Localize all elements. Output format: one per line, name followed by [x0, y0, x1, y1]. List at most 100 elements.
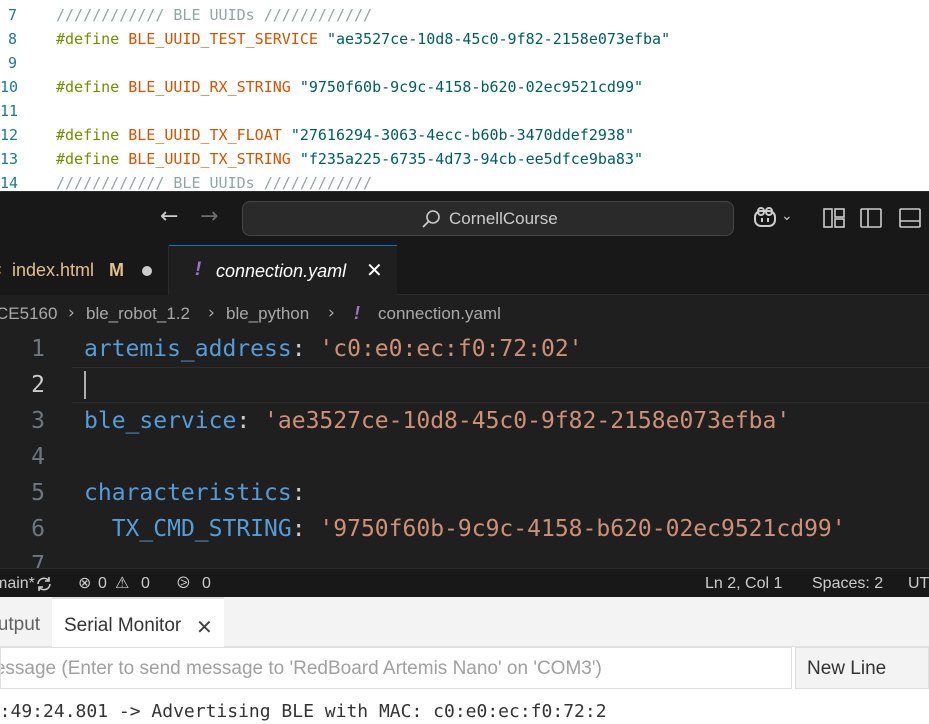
yaml-file-icon: !: [354, 303, 360, 323]
close-icon[interactable]: ✕: [196, 615, 213, 639]
code-line[interactable]: 2: [0, 367, 929, 403]
code-line[interactable]: 4: [0, 439, 929, 475]
panel-tabs: Output Serial Monitor ✕: [0, 597, 929, 647]
line-ending-value: New Line: [807, 658, 887, 679]
code-text: ble_service: 'ae3527ce-10d8-45c0-9f82-21…: [84, 403, 790, 439]
tab-serial-monitor[interactable]: Serial Monitor ✕: [52, 597, 224, 647]
code-line[interactable]: 1 artemis_address: 'c0:e0:ec:f0:72:02': [0, 331, 929, 367]
sync-icon[interactable]: [34, 575, 54, 593]
chevron-right-icon: ›: [208, 303, 215, 323]
code-token: //////////// BLE UUIDs ////////////: [56, 174, 373, 192]
line-number: 8: [7, 30, 17, 48]
title-bar: ← → CornellCourse ⌄: [0, 192, 929, 245]
breadcrumb-item[interactable]: ble_python: [226, 304, 309, 324]
modified-badge: M: [109, 260, 124, 280]
vscode-window: ← → CornellCourse ⌄ index.html M ! conne…: [0, 191, 929, 597]
serial-monitor-panel: Output Serial Monitor ✕ Message (Enter t…: [0, 597, 929, 724]
line-number: 13: [0, 150, 19, 168]
code-token: 'ae3527ce-10d8-45c0-9f82-2158e073efba': [264, 408, 791, 434]
breadcrumb-item[interactable]: ble_robot_1.2: [86, 304, 190, 324]
tab-label: index.html: [12, 260, 95, 280]
code-token: #define: [56, 150, 129, 168]
code-token: #define: [56, 78, 129, 96]
tab-output[interactable]: Output: [0, 614, 52, 636]
code-line: 12 #define BLE_UUID_TX_FLOAT "27616294-30…: [0, 123, 929, 147]
code-token: TX_CMD_STRING: [111, 516, 292, 542]
serial-output: 15:49:24.801 -> Advertising BLE with MAC…: [0, 701, 929, 724]
indentation[interactable]: Spaces: 2: [812, 574, 883, 594]
back-arrow-icon[interactable]: ←: [160, 204, 178, 230]
branch-indicator[interactable]: main*: [0, 574, 35, 594]
code-line: 13 #define BLE_UUID_TX_STRING "f235a225-6…: [0, 147, 929, 171]
message-placeholder: Message (Enter to send message to 'RedBo…: [0, 658, 602, 679]
chevron-down-icon[interactable]: ⌄: [781, 208, 793, 224]
line-number: 11: [0, 102, 19, 120]
code-token: BLE_UUID_RX_STRING: [128, 78, 291, 96]
code-text: #define BLE_UUID_TEST_SERVICE "ae3527ce-…: [56, 27, 670, 51]
code-text: //////////// BLE UUIDs ////////////: [56, 3, 372, 27]
code-token: 'c0:e0:ec:f0:72:02': [319, 336, 583, 362]
cursor-position[interactable]: Ln 2, Col 1: [705, 574, 782, 594]
code-line[interactable]: 5 characteristics:: [0, 475, 929, 511]
chevron-right-icon: ›: [68, 303, 75, 323]
command-center-search[interactable]: CornellCourse: [242, 201, 734, 236]
line-number: 2: [31, 372, 45, 398]
warning-count[interactable]: 0: [141, 574, 150, 594]
code-token: ble_service: [84, 408, 237, 434]
breadcrumb-item[interactable]: connection.yaml: [378, 304, 501, 324]
close-icon[interactable]: ✕: [366, 258, 383, 282]
code-line: 7 //////////// BLE UUIDs ////////////: [0, 3, 929, 27]
warning-icon[interactable]: ⚠: [115, 574, 129, 594]
command-center-label: CornellCourse: [449, 209, 558, 228]
line-ending-select[interactable]: New Line: [795, 647, 929, 689]
tab-index-html[interactable]: ‹ index.html M: [0, 245, 169, 295]
code-token: '9750f60b-9c9c-4158-b620-02ec9521cd99': [319, 516, 846, 542]
tab-connection-yaml[interactable]: ! connection.yaml ✕: [169, 245, 397, 295]
code-token: :: [291, 480, 306, 506]
breadcrumb-item[interactable]: CE5160: [0, 304, 57, 324]
customize-layout-icon[interactable]: [822, 206, 846, 230]
message-input[interactable]: Message (Enter to send message to 'RedBo…: [0, 647, 792, 689]
line-number: 5: [31, 480, 45, 506]
line-number: 12: [0, 126, 19, 144]
code-line: 8 #define BLE_UUID_TEST_SERVICE "ae3527ce…: [0, 27, 929, 51]
code-token: BLE_UUID_TX_STRING: [128, 150, 291, 168]
code-token: characteristics: [84, 480, 292, 506]
yaml-file-icon: !: [195, 259, 202, 280]
code-text: characteristics:: [84, 475, 306, 511]
ports-count[interactable]: 0: [202, 574, 211, 594]
code-token: :: [291, 516, 320, 542]
forward-arrow-icon[interactable]: →: [200, 204, 218, 230]
serial-output-line: 15:49:24.801 -> Advertising BLE with MAC…: [0, 701, 607, 722]
encoding[interactable]: UTF-8: [908, 574, 929, 594]
error-count[interactable]: 0: [98, 574, 107, 594]
copilot-icon[interactable]: [752, 205, 778, 231]
code-line: 10 #define BLE_UUID_RX_STRING "9750f60b-9…: [0, 75, 929, 99]
code-line[interactable]: 3 ble_service: 'ae3527ce-10d8-45c0-9f82-2…: [0, 403, 929, 439]
code-token: "ae3527ce-10d8-45c0-9f82-2158e073efba": [326, 30, 671, 48]
ports-icon[interactable]: ⧁: [177, 574, 190, 594]
code-line[interactable]: 6 TX_CMD_STRING: '9750f60b-9c9c-4158-b62…: [0, 511, 929, 547]
search-icon: [422, 210, 440, 228]
code-editor[interactable]: 1 artemis_address: 'c0:e0:ec:f0:72:02' 2 3 b…: [0, 331, 929, 568]
line-number: 3: [31, 408, 45, 434]
html-file-icon: ‹: [0, 259, 2, 280]
code-token: "f235a225-6735-4d73-94cb-ee5dfce9ba83": [299, 150, 644, 168]
line-number: 1: [31, 336, 45, 362]
code-text: artemis_address: 'c0:e0:ec:f0:72:02': [84, 331, 583, 367]
unsaved-dot-icon[interactable]: [142, 266, 152, 276]
toggle-panel-icon[interactable]: [898, 206, 922, 230]
code-token: :: [291, 336, 320, 362]
error-icon[interactable]: ⊗: [78, 574, 91, 594]
background-editor: 7 //////////// BLE UUIDs //////////// 8 #de…: [0, 0, 929, 196]
code-text: #define BLE_UUID_TX_STRING "f235a225-673…: [56, 147, 643, 171]
code-token: BLE_UUID_TEST_SERVICE: [128, 30, 318, 48]
line-number: 7: [7, 6, 17, 24]
toggle-sidebar-icon[interactable]: [859, 206, 883, 230]
code-line[interactable]: 7: [0, 547, 929, 568]
code-token: BLE_UUID_TX_FLOAT: [128, 126, 282, 144]
